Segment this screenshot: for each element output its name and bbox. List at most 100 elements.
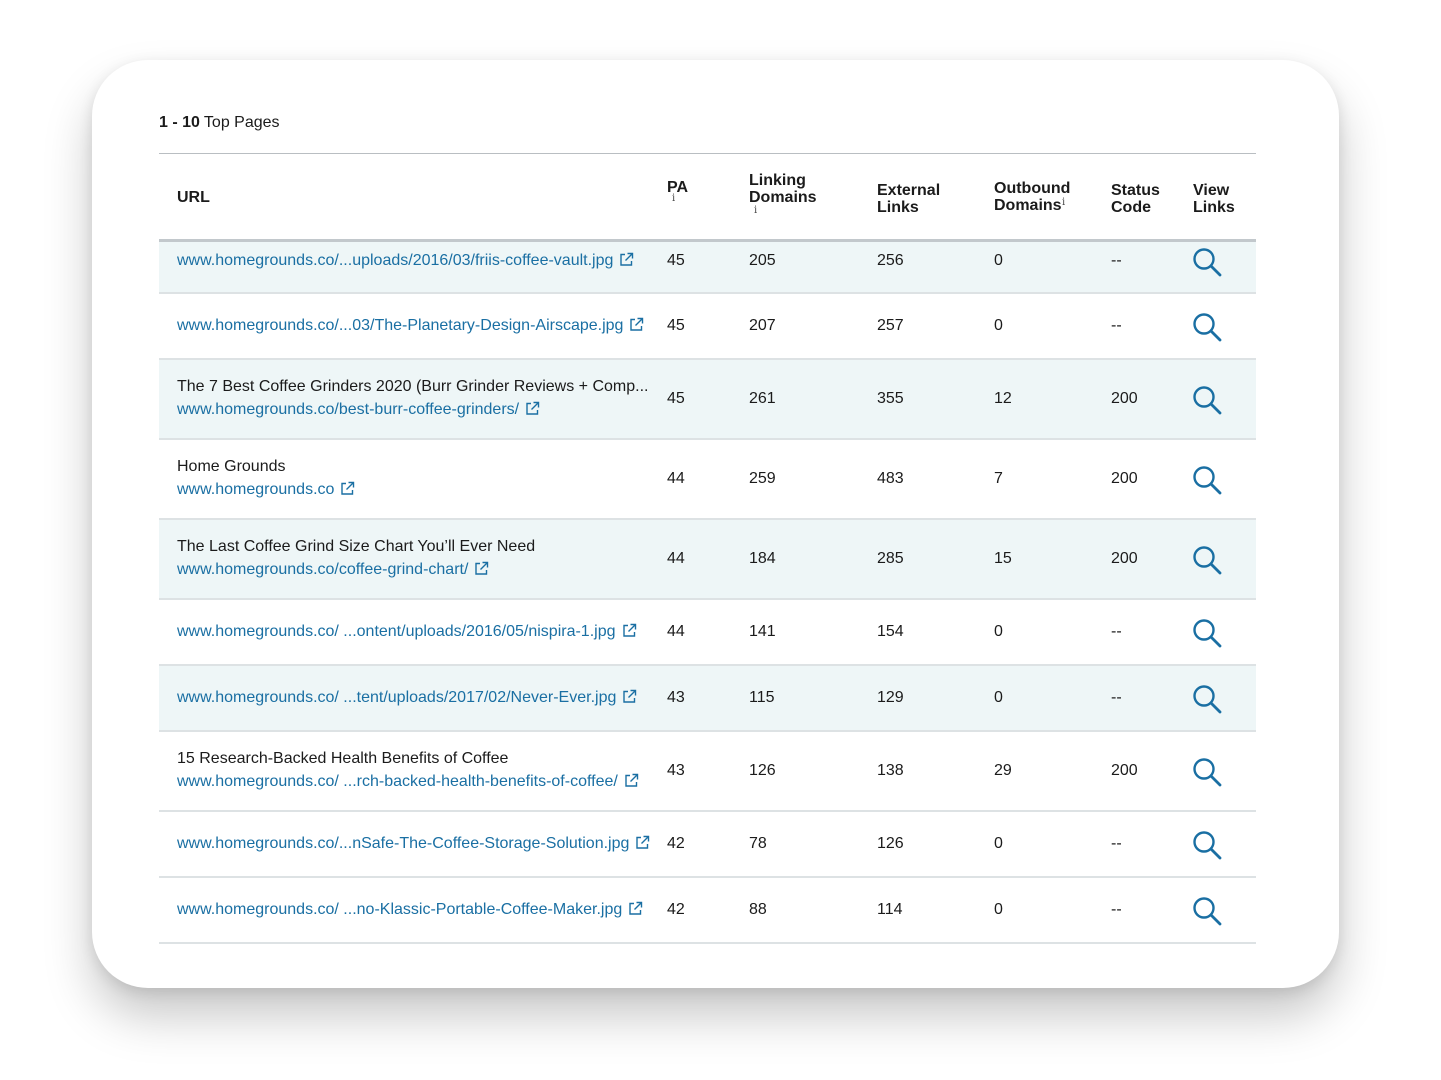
- external-link-icon[interactable]: [474, 561, 489, 576]
- range-label: Top Pages: [203, 114, 280, 131]
- linking-value: 184: [749, 550, 776, 567]
- page-url-line: www.homegrounds.co/coffee-grind-chart/: [177, 560, 535, 580]
- table-row: www.homegrounds.co/ ...no-Klassic-Portab…: [159, 878, 1256, 944]
- view-links-search-icon[interactable]: [1192, 830, 1222, 865]
- url-cell: 15 Research-Backed Health Benefits of Co…: [177, 749, 639, 792]
- page-url-line: www.homegrounds.co: [177, 480, 355, 500]
- outbound-label-line1: Outbound: [994, 180, 1071, 197]
- status-value: 200: [1111, 550, 1138, 567]
- status-value: --: [1111, 623, 1122, 640]
- url-cell: www.homegrounds.co/ ...ontent/uploads/20…: [177, 622, 637, 642]
- status-label-line1: Status: [1111, 182, 1160, 199]
- url-cell: www.homegrounds.co/ ...tent/uploads/2017…: [177, 688, 637, 708]
- pa-label: PA: [667, 179, 689, 196]
- linking-info-icon[interactable]: i: [754, 206, 757, 216]
- page-url-link[interactable]: www.homegrounds.co/...nSafe-The-Coffee-S…: [177, 835, 629, 852]
- page-url-link[interactable]: www.homegrounds.co/...03/The-Planetary-D…: [177, 317, 623, 334]
- linking-value: 259: [749, 470, 776, 487]
- page-url-line: www.homegrounds.co/ ...rch-backed-health…: [177, 772, 639, 792]
- table-row: www.homegrounds.co/ ...tent/uploads/2017…: [159, 666, 1256, 732]
- url-cell: www.homegrounds.co/...nSafe-The-Coffee-S…: [177, 834, 650, 854]
- external-link-icon[interactable]: [525, 401, 540, 416]
- pa-value: 43: [667, 689, 685, 706]
- page-url-link[interactable]: www.homegrounds.co/ ...ontent/uploads/20…: [177, 623, 616, 640]
- status-value: --: [1111, 252, 1122, 269]
- column-header-url[interactable]: URL: [177, 189, 210, 206]
- external-value: 154: [877, 623, 904, 640]
- external-value: 126: [877, 835, 904, 852]
- page-title: The 7 Best Coffee Grinders 2020 (Burr Gr…: [177, 378, 649, 395]
- view-links-search-icon[interactable]: [1192, 465, 1222, 500]
- view-links-search-icon[interactable]: [1192, 247, 1222, 282]
- status-value: --: [1111, 317, 1122, 334]
- page-url-link[interactable]: www.homegrounds.co/ ...tent/uploads/2017…: [177, 689, 616, 706]
- status-value: --: [1111, 835, 1122, 852]
- range-count: 1 - 10: [159, 114, 200, 131]
- view-label-line2: Links: [1193, 199, 1235, 216]
- view-links-search-icon[interactable]: [1192, 684, 1222, 719]
- external-link-icon[interactable]: [629, 317, 644, 332]
- page-url-link[interactable]: www.homegrounds.co/...uploads/2016/03/fr…: [177, 252, 613, 269]
- page-url-link[interactable]: www.homegrounds.co/best-burr-coffee-grin…: [177, 401, 519, 418]
- url-cell: www.homegrounds.co/ ...no-Klassic-Portab…: [177, 900, 643, 920]
- status-label-line2: Code: [1111, 199, 1151, 216]
- page-url-link[interactable]: www.homegrounds.co/ ...no-Klassic-Portab…: [177, 901, 622, 918]
- table-row: www.homegrounds.co/...03/The-Planetary-D…: [159, 294, 1256, 360]
- external-link-icon[interactable]: [622, 689, 637, 704]
- pa-value: 45: [667, 252, 685, 269]
- linking-value: 207: [749, 317, 776, 334]
- view-links-search-icon[interactable]: [1192, 545, 1222, 580]
- table-row: 15 Research-Backed Health Benefits of Co…: [159, 732, 1256, 812]
- view-links-search-icon[interactable]: [1192, 385, 1222, 420]
- view-links-search-icon[interactable]: [1192, 312, 1222, 347]
- external-link-icon[interactable]: [628, 901, 643, 916]
- page-url-link[interactable]: www.homegrounds.co/coffee-grind-chart/: [177, 561, 468, 578]
- linking-value: 78: [749, 835, 767, 852]
- column-header-status-code[interactable]: Status Code: [1111, 182, 1160, 216]
- outbound-value: 0: [994, 835, 1003, 852]
- status-value: --: [1111, 901, 1122, 918]
- external-label-line2: Links: [877, 199, 919, 216]
- view-links-search-icon[interactable]: [1192, 757, 1222, 792]
- page-url-link[interactable]: www.homegrounds.co: [177, 481, 334, 498]
- external-value: 138: [877, 762, 904, 779]
- column-header-external-links[interactable]: External Links: [877, 182, 940, 216]
- url-cell: www.homegrounds.co/...03/The-Planetary-D…: [177, 316, 644, 336]
- outbound-value: 0: [994, 689, 1003, 706]
- linking-value: 115: [749, 689, 775, 706]
- external-link-icon[interactable]: [635, 835, 650, 850]
- table-row: The Last Coffee Grind Size Chart You’ll …: [159, 520, 1256, 600]
- outbound-value: 29: [994, 762, 1012, 779]
- outbound-info-icon[interactable]: i: [1062, 198, 1065, 208]
- external-value: 285: [877, 550, 904, 567]
- page-title: The Last Coffee Grind Size Chart You’ll …: [177, 538, 536, 555]
- linking-label-line1: Linking: [749, 172, 806, 189]
- url-cell: The 7 Best Coffee Grinders 2020 (Burr Gr…: [177, 377, 648, 420]
- view-links-search-icon[interactable]: [1192, 618, 1222, 653]
- external-link-icon[interactable]: [622, 623, 637, 638]
- status-value: 200: [1111, 762, 1138, 779]
- top-pages-card: 1 - 10 Top Pages URL PA i Linking Domains…: [92, 60, 1339, 988]
- page-title: Home Grounds: [177, 458, 286, 475]
- status-value: --: [1111, 689, 1122, 706]
- external-value: 483: [877, 470, 904, 487]
- view-links-search-icon[interactable]: [1192, 896, 1222, 931]
- column-header-linking-domains[interactable]: Linking Domains i: [749, 172, 817, 216]
- pa-value: 44: [667, 550, 685, 567]
- external-link-icon[interactable]: [340, 481, 355, 496]
- table-row: Home Grounds www.homegrounds.co 44 259 483 7 2…: [159, 440, 1256, 520]
- external-link-icon[interactable]: [619, 252, 634, 267]
- page-url-link[interactable]: www.homegrounds.co/ ...rch-backed-health…: [177, 773, 618, 790]
- outbound-value: 0: [994, 252, 1003, 269]
- page-title: 15 Research-Backed Health Benefits of Co…: [177, 750, 509, 767]
- outbound-value: 12: [994, 390, 1012, 407]
- linking-value: 205: [749, 252, 776, 269]
- external-link-icon[interactable]: [624, 773, 639, 788]
- linking-label-line2: Domains: [749, 189, 817, 206]
- outbound-value: 0: [994, 901, 1003, 918]
- pa-info-icon[interactable]: i: [672, 194, 675, 204]
- column-header-outbound-domains[interactable]: Outbound Domains i: [994, 180, 1070, 214]
- status-value: 200: [1111, 470, 1138, 487]
- column-header-pa[interactable]: PA i: [667, 179, 689, 204]
- external-value: 129: [877, 689, 904, 706]
